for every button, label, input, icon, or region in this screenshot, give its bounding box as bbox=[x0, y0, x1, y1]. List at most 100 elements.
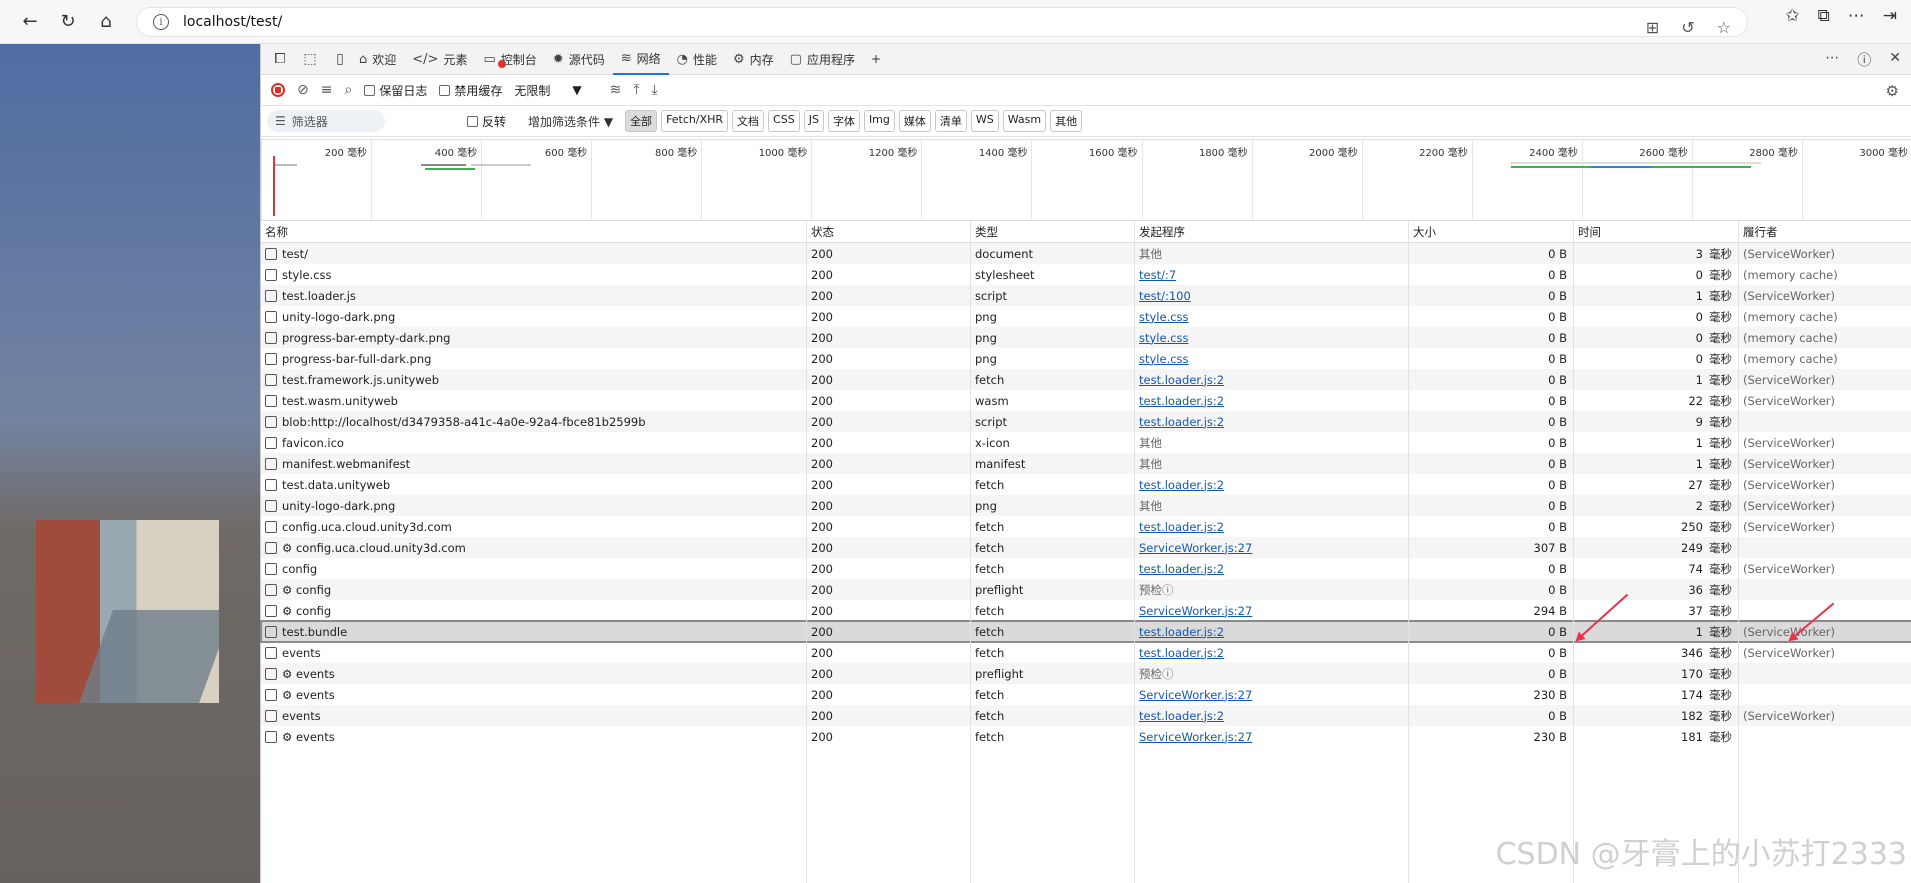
disable-cache-checkbox[interactable]: 禁用缓存 bbox=[439, 82, 502, 99]
timeline-tick-label: 1800 毫秒 bbox=[1198, 148, 1248, 159]
type-filter-button[interactable]: Fetch/XHR bbox=[661, 110, 729, 132]
add-tab-button[interactable]: + bbox=[863, 44, 889, 75]
col-name-header[interactable]: 名称 bbox=[261, 221, 807, 242]
filter-icon: ☰ bbox=[275, 114, 286, 128]
more-options-icon[interactable]: ⋯ bbox=[1848, 6, 1865, 26]
import-har-icon[interactable]: ⤒ bbox=[633, 82, 639, 98]
timeline-column: 2200 毫秒 bbox=[1361, 140, 1472, 220]
help-icon[interactable]: ⓘ bbox=[1857, 50, 1871, 70]
favorite-star-icon[interactable]: ☆ bbox=[1717, 18, 1731, 37]
type-filter-button[interactable]: CSS bbox=[768, 110, 800, 132]
reload-icon[interactable]: ↻ bbox=[52, 6, 84, 38]
url-text[interactable]: localhost/test/ bbox=[183, 14, 282, 30]
timeline-column: 2600 毫秒 bbox=[1581, 140, 1692, 220]
timeline-tick-label: 800 毫秒 bbox=[654, 148, 698, 159]
timeline-column: 2400 毫秒 bbox=[1471, 140, 1582, 220]
type-filter-button[interactable]: 媒体 bbox=[898, 110, 931, 132]
timeline-tick-label: 1200 毫秒 bbox=[868, 148, 918, 159]
type-filter-button[interactable]: WS bbox=[970, 110, 999, 132]
close-devtools-icon[interactable]: ✕ bbox=[1889, 50, 1901, 70]
cell-fulfilled-by: (ServiceWorker) bbox=[1743, 372, 1835, 387]
cell-fulfilled-by bbox=[1739, 726, 1911, 747]
bug-icon: ✹ bbox=[552, 51, 564, 67]
table-header: 名称 状态 类型 发起程序 大小 时间 履行者 bbox=[261, 221, 1911, 243]
tab-label: 元素 bbox=[443, 52, 468, 67]
type-filter-button[interactable]: 清单 bbox=[934, 110, 967, 132]
cell-fulfilled-by: (ServiceWorker) bbox=[1743, 645, 1835, 660]
network-conditions-icon[interactable]: ≋ bbox=[610, 82, 622, 98]
type-filter-button[interactable]: Img bbox=[863, 110, 895, 132]
cell-fulfilled-by: (ServiceWorker) bbox=[1743, 246, 1835, 261]
timeline-column: 1000 毫秒 bbox=[701, 140, 811, 220]
site-info-icon[interactable]: i bbox=[153, 14, 169, 30]
preserve-log-checkbox[interactable]: 保留日志 bbox=[364, 82, 427, 99]
type-filter-button[interactable]: 其他 bbox=[1050, 110, 1083, 132]
export-har-icon[interactable]: ⤓ bbox=[652, 82, 658, 98]
timeline-column: 600 毫秒 bbox=[481, 140, 591, 220]
tab-4[interactable]: ≋ 网络 bbox=[612, 44, 669, 75]
sidebar-exit-icon[interactable]: ⇥ bbox=[1883, 6, 1897, 26]
type-filter-button[interactable]: 文档 bbox=[732, 110, 765, 132]
col-time-header[interactable]: 时间 bbox=[1574, 221, 1739, 242]
tab-6[interactable]: ⚙ 内存 bbox=[725, 44, 782, 75]
refresh-page-icon[interactable]: ↺ bbox=[1681, 18, 1694, 37]
timeline-tick-label: 1000 毫秒 bbox=[758, 148, 808, 159]
record-button[interactable] bbox=[271, 83, 285, 97]
col-fulfilled-header[interactable]: 履行者 bbox=[1739, 221, 1911, 242]
timeline-column: 2800 毫秒 bbox=[1691, 140, 1802, 220]
page-viewport bbox=[0, 44, 260, 883]
timeline-tick-label: 1400 毫秒 bbox=[978, 148, 1028, 159]
network-toolbar: ⊘ ≡ ⌕ 保留日志 禁用缓存 无限制 ▼ ≋ ⤒ ⤓ ⚙ bbox=[261, 75, 1911, 106]
collections-icon[interactable]: ⧉ bbox=[1818, 6, 1830, 26]
favorites-icon[interactable]: ✩ bbox=[1785, 6, 1799, 26]
cell-fulfilled-by bbox=[1739, 684, 1911, 705]
home-icon[interactable]: ⌂ bbox=[90, 6, 122, 38]
cell-fulfilled-by bbox=[1739, 579, 1911, 600]
timeline-overview[interactable]: 200 毫秒 400 毫秒 600 毫秒 800 毫秒 1000 毫秒 1200 毫秒 14… bbox=[261, 139, 1911, 221]
tab-7[interactable]: ▢ 应用程序 bbox=[782, 44, 863, 75]
tab-5[interactable]: ◔ 性能 bbox=[669, 44, 725, 75]
col-type-header[interactable]: 类型 bbox=[971, 221, 1135, 242]
cell-fulfilled-by: (memory cache) bbox=[1743, 330, 1838, 345]
inspect-icon[interactable]: ⬚ bbox=[299, 48, 321, 70]
clear-icon[interactable]: ⊘ bbox=[297, 82, 309, 98]
tab-1[interactable]: </> 元素 bbox=[404, 44, 475, 75]
memory-icon: ⚙ bbox=[732, 51, 745, 67]
filter-toggle-icon[interactable]: ≡ bbox=[321, 82, 333, 98]
type-filter-button[interactable]: 字体 bbox=[827, 110, 860, 132]
device-emulation-icon[interactable]: ⧠ bbox=[269, 48, 291, 70]
home-icon: ⌂ bbox=[359, 51, 368, 67]
browser-toolbar: ← ↻ ⌂ i localhost/test/ ⊞ ↺ ☆ ✩ ⧉ ⋯ ⇥ bbox=[0, 0, 1911, 44]
timeline-column: 2000 毫秒 bbox=[1251, 140, 1362, 220]
tab-0[interactable]: ⌂ 欢迎 bbox=[351, 44, 404, 75]
cell-fulfilled-by: (memory cache) bbox=[1743, 309, 1838, 324]
type-filter-button[interactable]: JS bbox=[803, 110, 824, 132]
timeline-tick-label: 2800 毫秒 bbox=[1749, 148, 1798, 159]
filter-input[interactable]: ☰ 筛选器 bbox=[267, 110, 385, 132]
timeline-tick-label: 600 毫秒 bbox=[544, 148, 588, 159]
col-status-header[interactable]: 状态 bbox=[807, 221, 971, 242]
back-icon[interactable]: ← bbox=[14, 6, 46, 38]
col-initiator-header[interactable]: 发起程序 bbox=[1135, 221, 1409, 242]
throttle-select[interactable]: 无限制 ▼ bbox=[514, 82, 581, 99]
cell-fulfilled-by: (ServiceWorker) bbox=[1743, 477, 1835, 492]
cell-fulfilled-by: (memory cache) bbox=[1743, 351, 1838, 366]
invert-checkbox[interactable]: 反转 bbox=[467, 113, 506, 130]
performance-icon: ◔ bbox=[676, 51, 688, 67]
more-filters-dropdown[interactable]: 增加筛选条件 ▼ bbox=[528, 113, 613, 130]
split-screen-icon[interactable]: ⊞ bbox=[1646, 18, 1659, 37]
address-bar[interactable]: i localhost/test/ ⊞ ↺ ☆ bbox=[136, 7, 1748, 37]
cell-fulfilled-by: (ServiceWorker) bbox=[1743, 624, 1835, 639]
cell-fulfilled-by bbox=[1739, 537, 1911, 558]
unity-canvas[interactable] bbox=[36, 520, 219, 703]
tab-3[interactable]: ✹ 源代码 bbox=[545, 44, 613, 75]
more-tools-icon[interactable]: ⋯ bbox=[1825, 50, 1839, 70]
search-icon[interactable]: ⌕ bbox=[344, 82, 352, 98]
type-filter-button[interactable]: Wasm bbox=[1002, 110, 1047, 132]
type-filter-button[interactable]: 全部 bbox=[625, 110, 658, 132]
tab-2[interactable]: ▭ 控制台 bbox=[475, 44, 544, 75]
timeline-column: 200 毫秒 bbox=[261, 140, 371, 220]
col-size-header[interactable]: 大小 bbox=[1409, 221, 1574, 242]
settings-gear-icon[interactable]: ⚙ bbox=[1886, 82, 1899, 100]
sidebar-toggle-icon[interactable]: ▯ bbox=[329, 48, 351, 70]
